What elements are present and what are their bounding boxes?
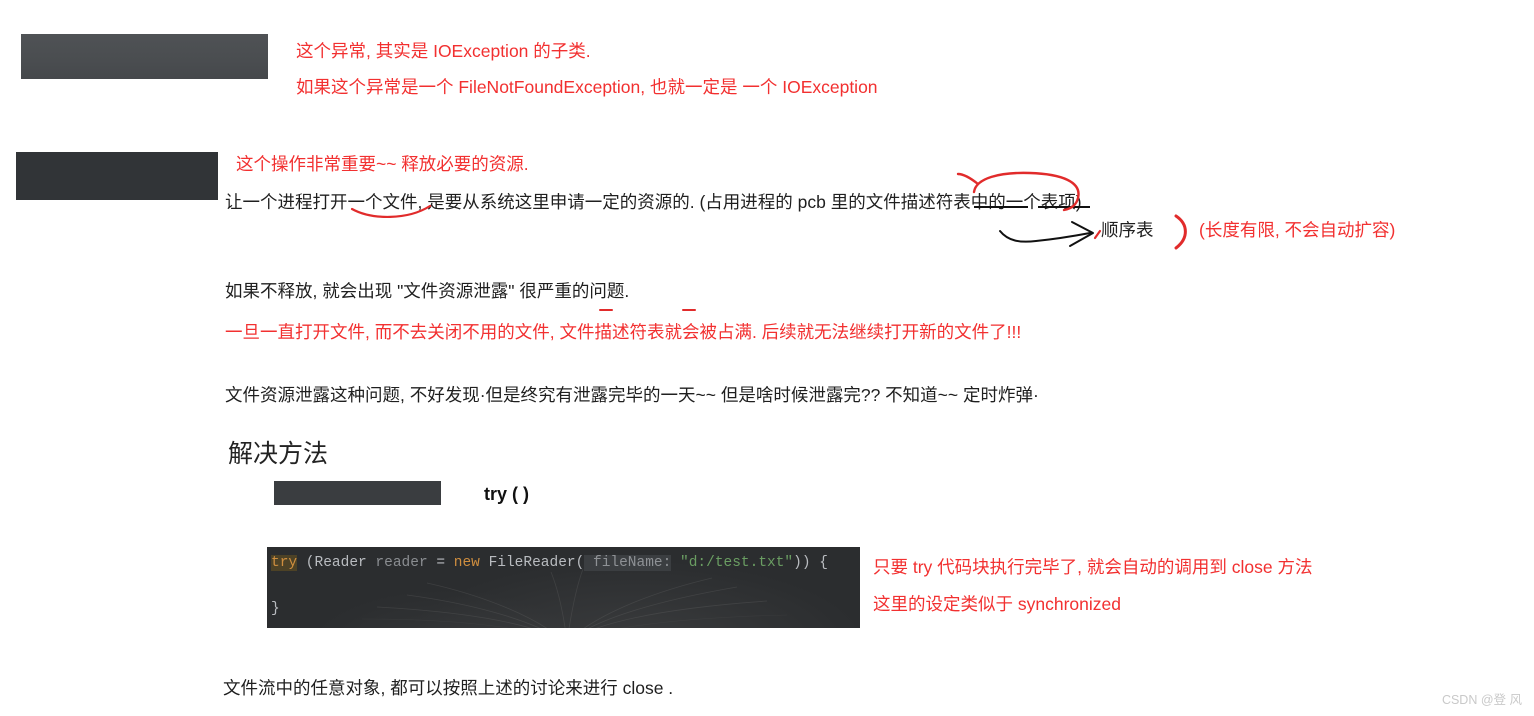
code-token-param-hint-filename: fileName:	[584, 555, 672, 571]
label-try-parentheses: try ( )	[484, 484, 529, 504]
code-line-closing-brace: }	[271, 601, 280, 617]
code-token-reader-var: reader	[366, 555, 428, 571]
note-any-stream-object-close: 文件流中的任意对象, 都可以按照上述的讨论来进行 close .	[223, 678, 674, 698]
note-pcb-fd-table: 让一个进程打开一个文件, 是要从系统这里申请一定的资源的. (占用进程的 pcb…	[225, 192, 1082, 212]
code-line-try-declaration: try (Reader reader = new FileReader( fil…	[271, 554, 828, 573]
code-token-try: try	[271, 555, 298, 571]
note-fixed-capacity: (长度有限, 不会自动扩容)	[1199, 220, 1396, 240]
note-fd-table-full: 一旦一直打开文件, 而不去关闭不用的文件, 文件描述符表就会被占满. 后续就无法…	[225, 322, 1022, 342]
heading-solution: 解决方法	[228, 441, 329, 468]
annotation-label-sequential-list: 顺序表	[1101, 220, 1154, 240]
code-token-open-paren: (	[297, 555, 315, 571]
note-auto-close-on-block-end: 只要 try 代码块执行完毕了, 就会自动的调用到 close 方法	[873, 557, 1313, 577]
black-arrow-head-icon	[1069, 221, 1094, 247]
note-close-important: 这个操作非常重要~~ 释放必要的资源.	[236, 154, 529, 174]
red-tick-before-label-icon	[1093, 229, 1102, 240]
code-token-close-brace: )) {	[793, 555, 828, 571]
red-closing-paren-icon	[1174, 214, 1187, 250]
code-snippet-exception-trace: : java.io.FileNotFoundException	[21, 34, 268, 79]
code-token-equals: =	[427, 555, 454, 571]
black-arrow-shaft-icon	[999, 230, 1091, 243]
note-ioexception-subclass-line1: 这个异常, 其实是 IOException 的子类.	[296, 41, 591, 61]
code-token-new: new	[453, 555, 480, 571]
code-token-path-string: "d:/test.txt"	[671, 555, 794, 571]
csdn-watermark: CSDN @登 风	[1441, 693, 1522, 707]
red-circle-tail-icon	[956, 172, 980, 186]
code-token-reader-type: Reader	[314, 555, 367, 571]
note-ioexception-subclass-line2: 如果这个异常是一个 FileNotFoundException, 也就一定是 一…	[296, 77, 878, 97]
code-snippet-try-with-resources: try with resources	[274, 481, 441, 505]
code-block-try-with-resources: try (Reader reader = new FileReader( fil…	[267, 547, 860, 628]
note-resource-leak-problem: 如果不释放, 就会出现 "文件资源泄露" 很严重的问题.	[225, 281, 630, 301]
code-token-filereader-ctor: FileReader(	[479, 555, 585, 571]
code-snippet-reader-close: reader.close();	[16, 152, 218, 200]
note-time-bomb: 文件资源泄露这种问题, 不好发现·但是终究有泄露完毕的一天~~ 但是啥时候泄露完…	[225, 385, 1039, 405]
note-similar-to-synchronized: 这里的设定类似于 synchronized	[873, 594, 1121, 614]
